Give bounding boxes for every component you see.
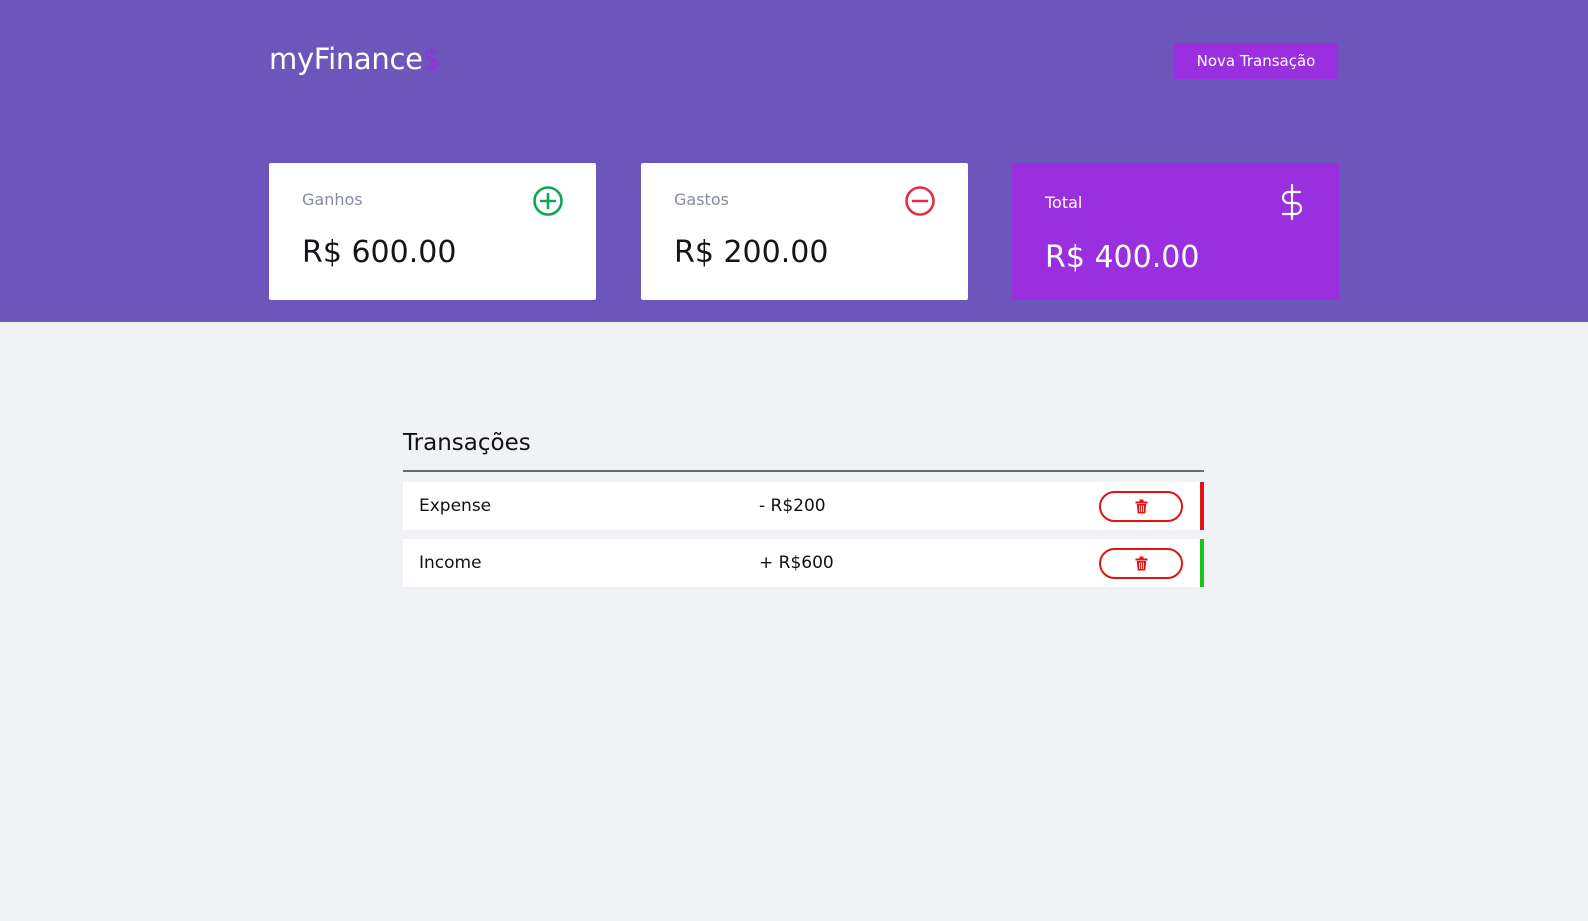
expense-label: Gastos	[674, 190, 729, 209]
transactions-divider	[403, 470, 1204, 472]
delete-transaction-button[interactable]	[1099, 491, 1183, 522]
transaction-amount: + R$600	[759, 553, 834, 573]
trash-icon	[1135, 556, 1147, 571]
expense-value: R$ 200.00	[674, 235, 829, 270]
transaction-name: Income	[419, 553, 482, 573]
income-label: Ganhos	[302, 190, 363, 209]
transaction-row: Income + R$600	[403, 539, 1204, 587]
new-transaction-button[interactable]: Nova Transação	[1174, 43, 1338, 79]
app-logo: myFinance$	[269, 42, 441, 76]
delete-transaction-button[interactable]	[1099, 548, 1183, 579]
total-label: Total	[1045, 193, 1083, 212]
income-card: Ganhos R$ 600.00	[269, 163, 596, 300]
income-value: R$ 600.00	[302, 235, 457, 270]
logo-text: myFinance	[269, 42, 423, 76]
trash-icon	[1135, 499, 1147, 514]
expense-card: Gastos R$ 200.00	[641, 163, 968, 300]
header: myFinance$ Nova Transação Ganhos R$ 600.…	[0, 0, 1588, 322]
transactions-title: Transações	[403, 430, 531, 456]
transaction-row: Expense - R$200	[403, 482, 1204, 530]
minus-circle-icon	[905, 186, 935, 216]
total-value: R$ 400.00	[1045, 240, 1200, 275]
transaction-amount: - R$200	[759, 496, 826, 516]
plus-circle-icon	[533, 186, 563, 216]
dollar-icon	[1281, 183, 1303, 221]
transaction-name: Expense	[419, 496, 492, 516]
total-card: Total R$ 400.00	[1012, 163, 1339, 300]
logo-accent: $	[422, 42, 441, 76]
